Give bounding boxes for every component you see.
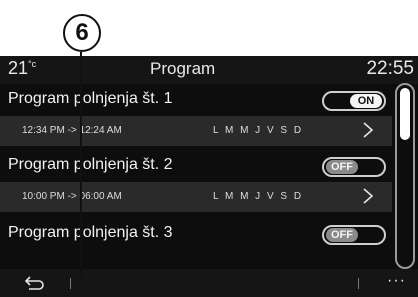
- schedule-days-1: L M M J V S D: [213, 125, 304, 136]
- schedule-time-1: 12:34 PM -> 12:24 AM: [22, 125, 122, 136]
- callout-line: [80, 52, 82, 276]
- program-toggle-3[interactable]: OFF: [322, 225, 386, 245]
- program-toggle-2[interactable]: OFF: [322, 157, 386, 177]
- schedule-row-1[interactable]: 12:34 PM -> 12:24 AM L M M J V S D: [0, 116, 392, 146]
- separator: [358, 278, 359, 289]
- more-icon[interactable]: ···: [387, 272, 406, 290]
- program-row-3: Program polnjenja št. 3 OFF: [0, 218, 392, 250]
- program-row-1: Program polnjenja št. 1 ON: [0, 84, 392, 116]
- toggle-knob-2: OFF: [326, 160, 358, 174]
- clock: 22:55: [366, 58, 414, 79]
- callout-number: 6: [63, 14, 101, 52]
- scrollbar-thumb[interactable]: [400, 88, 410, 140]
- toggle-knob-1: ON: [350, 94, 382, 108]
- program-label-2: Program polnjenja št. 2: [8, 156, 173, 173]
- temperature-readout: 21°c: [8, 58, 36, 79]
- page-title: Program: [150, 59, 216, 78]
- scrollbar[interactable]: [395, 83, 415, 269]
- back-arrow-icon[interactable]: [24, 275, 46, 291]
- program-label-1: Program polnjenja št. 1: [8, 90, 173, 107]
- program-label-3: Program polnjenja št. 3: [8, 224, 173, 241]
- callout-area: 6: [0, 0, 418, 56]
- schedule-days-2: L M M J V S D: [213, 191, 304, 202]
- program-toggle-1[interactable]: ON: [322, 91, 386, 111]
- chevron-right-icon[interactable]: [358, 120, 378, 140]
- toggle-knob-3: OFF: [326, 228, 358, 242]
- bottom-bar: ···: [0, 269, 418, 297]
- separator: [70, 278, 71, 289]
- schedule-row-2[interactable]: 10:00 PM -> 06:00 AM L M M J V S D: [0, 182, 392, 212]
- schedule-time-2: 10:00 PM -> 06:00 AM: [22, 191, 122, 202]
- temperature-value: 21: [8, 58, 29, 78]
- program-row-2: Program polnjenja št. 2 OFF: [0, 150, 392, 182]
- chevron-right-icon[interactable]: [358, 186, 378, 206]
- program-screen: 21°c Program 22:55 Program polnjenja št.…: [0, 56, 418, 297]
- temperature-unit: °c: [28, 59, 37, 69]
- top-bar: 21°c Program 22:55: [0, 56, 418, 84]
